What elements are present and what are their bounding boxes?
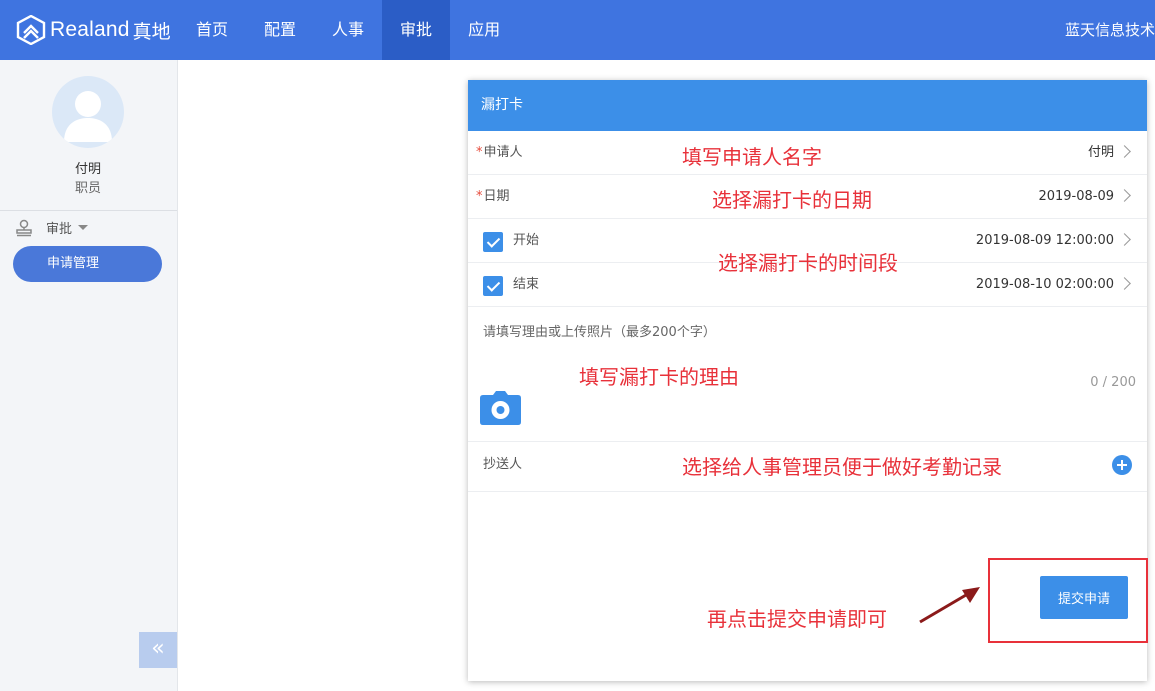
- nav-home[interactable]: 首页: [178, 0, 246, 60]
- top-navigation-bar: Realand 真地 首页 配置 人事 审批 应用 蓝天信息技术: [0, 0, 1155, 60]
- date-value: 2019-08-09: [1038, 189, 1114, 204]
- chevron-right-icon: [1118, 277, 1131, 290]
- chevron-down-icon: [78, 225, 89, 230]
- nav-approval[interactable]: 审批: [382, 0, 451, 60]
- nav-config[interactable]: 配置: [246, 0, 314, 60]
- company-name[interactable]: 蓝天信息技术: [1065, 0, 1155, 60]
- annotation-cc: 选择给人事管理员便于做好考勤记录: [682, 455, 1002, 479]
- start-label: 开始: [513, 233, 540, 248]
- main-nav: 首页 配置 人事 审批 应用: [178, 0, 518, 60]
- annotation-time: 选择漏打卡的时间段: [718, 251, 898, 275]
- end-checkbox[interactable]: [483, 276, 503, 296]
- user-name: 付明: [74, 162, 101, 177]
- annotation-date: 选择漏打卡的日期: [712, 188, 872, 212]
- user-role: 职员: [74, 181, 101, 196]
- applicant-label: *申请人: [476, 131, 523, 175]
- realand-logo[interactable]: Realand 真地: [16, 14, 171, 46]
- user-avatar-icon: [64, 91, 112, 142]
- cc-label: 抄送人: [483, 457, 523, 472]
- form-title: 漏打卡: [468, 80, 1147, 131]
- required-mark: *: [476, 189, 483, 204]
- applicant-value: 付明: [1087, 145, 1114, 160]
- date-label: *日期: [476, 175, 510, 219]
- chevron-right-icon: [1118, 145, 1131, 158]
- sidebar-divider: [0, 210, 177, 211]
- camera-icon[interactable]: [480, 391, 521, 425]
- required-mark: *: [476, 145, 483, 160]
- reason-placeholder: 请填写理由或上传照片（最多200个字）: [483, 325, 716, 340]
- logo-text: Realand: [50, 18, 130, 41]
- collapse-sidebar-button[interactable]: «: [139, 632, 177, 668]
- highlight-box: [988, 558, 1148, 643]
- annotation-reason: 填写漏打卡的理由: [579, 365, 739, 389]
- reason-textarea[interactable]: 请填写理由或上传照片（最多200个字） 0 / 200: [468, 309, 1147, 442]
- character-counter: 0 / 200: [1090, 375, 1136, 390]
- logo-chinese-text: 真地: [132, 20, 171, 43]
- realand-logo-icon: [16, 15, 46, 45]
- end-label: 结束: [513, 277, 540, 292]
- sidebar-item-application-management[interactable]: 申请管理: [13, 246, 162, 282]
- start-time-value: 2019-08-09 12:00:00: [975, 233, 1114, 248]
- chevron-right-icon: [1118, 189, 1131, 202]
- start-checkbox[interactable]: [483, 232, 503, 252]
- applicant-label-text: 申请人: [483, 145, 523, 160]
- nav-personnel[interactable]: 人事: [314, 0, 382, 60]
- date-label-text: 日期: [483, 189, 510, 204]
- chevron-right-icon: [1118, 233, 1131, 246]
- annotation-applicant: 填写申请人名字: [682, 145, 822, 169]
- nav-apps[interactable]: 应用: [450, 0, 518, 60]
- annotation-submit: 再点击提交申请即可: [707, 607, 887, 631]
- avatar[interactable]: [52, 76, 124, 148]
- stamp-icon: [16, 219, 32, 236]
- sidebar: 付明 职员 审批 申请管理 «: [0, 60, 178, 691]
- add-cc-button[interactable]: [1112, 455, 1132, 475]
- arrow-icon: [919, 587, 980, 624]
- sidebar-group-approval[interactable]: 审批: [14, 218, 89, 237]
- sidebar-group-label: 审批: [46, 222, 73, 237]
- end-time-value: 2019-08-10 02:00:00: [975, 277, 1114, 292]
